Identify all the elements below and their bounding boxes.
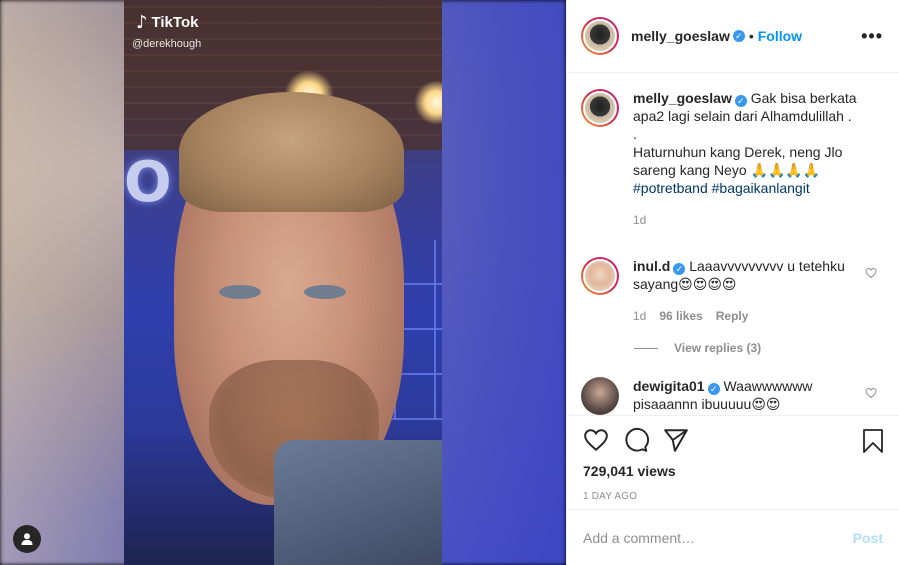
comments-section[interactable]: melly_goeslaw ✓ Gak bisa berkata apa2 lag… [567, 73, 899, 415]
post-dialog: O ♪ TikTok @derekhough melly_goeslaw ✓ •… [0, 0, 899, 565]
action-icons [583, 426, 883, 454]
verified-badge-icon: ✓ [673, 263, 686, 275]
post-comment-button[interactable]: Post [853, 530, 883, 546]
user-icon [21, 533, 33, 545]
comment-username[interactable]: dewigita01 [633, 378, 705, 394]
view-count[interactable]: 729,041 views [583, 463, 883, 479]
avatar[interactable] [581, 257, 619, 295]
add-comment-bar: Post [567, 509, 899, 565]
hashtag-link[interactable]: #potretband [633, 180, 708, 196]
hashtag-link[interactable]: #bagaikanlangit [712, 180, 810, 196]
post-date[interactable]: 1 DAY AGO [583, 491, 883, 502]
more-options-icon[interactable]: ••• [861, 26, 883, 47]
comment-input[interactable] [583, 529, 853, 546]
caption-time[interactable]: 1d [633, 211, 646, 229]
separator-dot: • [748, 28, 754, 44]
verified-badge-icon: ✓ [707, 383, 720, 395]
caption-body: melly_goeslaw ✓ Gak bisa berkata apa2 lag… [633, 89, 863, 229]
tiktok-logo-icon: ♪ [136, 12, 148, 33]
person-eye [219, 285, 261, 299]
comment: dewigita01 ✓ Waawwwwww pisaaannn ibuuuuu😍… [581, 377, 885, 415]
header-username[interactable]: melly_goeslaw [631, 28, 730, 44]
neon-sign: O [124, 150, 172, 215]
avatar[interactable] [581, 17, 619, 55]
comment-meta: 1d 96 likes Reply [633, 307, 853, 325]
caption-username[interactable]: melly_goeslaw [633, 90, 732, 106]
comment: inul.d ✓ Laaavvvvvvvvv u tetehku sayang😍😍… [581, 257, 885, 325]
post-video[interactable]: O ♪ TikTok @derekhough [0, 0, 566, 565]
tiktok-brand: TikTok [151, 14, 199, 31]
view-replies-button[interactable]: View replies (3) [634, 341, 885, 355]
tagged-users-button[interactable] [13, 525, 41, 553]
caption-line: . [633, 126, 637, 142]
like-comment-icon[interactable] [865, 387, 877, 399]
denim-jacket [274, 440, 442, 565]
tiktok-handle: @derekhough [132, 38, 202, 50]
comment-body: dewigita01 ✓ Waawwwwww pisaaannn ibuuuuu😍… [633, 377, 853, 415]
comment-likes[interactable]: 96 likes [659, 307, 702, 325]
post-side-panel: melly_goeslaw ✓ • Follow ••• melly_goesl… [566, 0, 899, 565]
caption: melly_goeslaw ✓ Gak bisa berkata apa2 lag… [581, 89, 885, 229]
avatar[interactable] [581, 377, 619, 415]
view-replies-line [634, 347, 658, 349]
view-replies-label: View replies (3) [674, 341, 762, 355]
heart-icon[interactable] [583, 427, 609, 453]
video-frame: O [124, 0, 442, 565]
follow-button[interactable]: Follow [758, 28, 802, 44]
tiktok-watermark: ♪ TikTok [136, 12, 198, 33]
bookmark-icon[interactable] [861, 428, 885, 454]
like-comment-icon[interactable] [865, 267, 877, 279]
verified-badge-icon: ✓ [734, 95, 747, 107]
comment-time[interactable]: 1d [633, 307, 646, 325]
caption-meta: 1d [633, 211, 863, 229]
verified-badge-icon: ✓ [732, 30, 745, 42]
comment-body: inul.d ✓ Laaavvvvvvvvv u tetehku sayang😍😍… [633, 257, 853, 325]
post-header: melly_goeslaw ✓ • Follow ••• [567, 0, 899, 73]
caption-line: Haturnuhun kang Derek, neng Jlo sareng k… [633, 144, 843, 178]
share-icon[interactable] [663, 427, 689, 453]
person-eye [304, 285, 346, 299]
avatar[interactable] [581, 89, 619, 127]
person-hair [179, 92, 404, 212]
reply-button[interactable]: Reply [716, 307, 749, 325]
comment-username[interactable]: inul.d [633, 258, 670, 274]
post-actions: 729,041 views 1 DAY AGO Post [567, 415, 899, 565]
comment-icon[interactable] [623, 427, 649, 453]
header-user: melly_goeslaw ✓ • Follow [631, 28, 802, 44]
